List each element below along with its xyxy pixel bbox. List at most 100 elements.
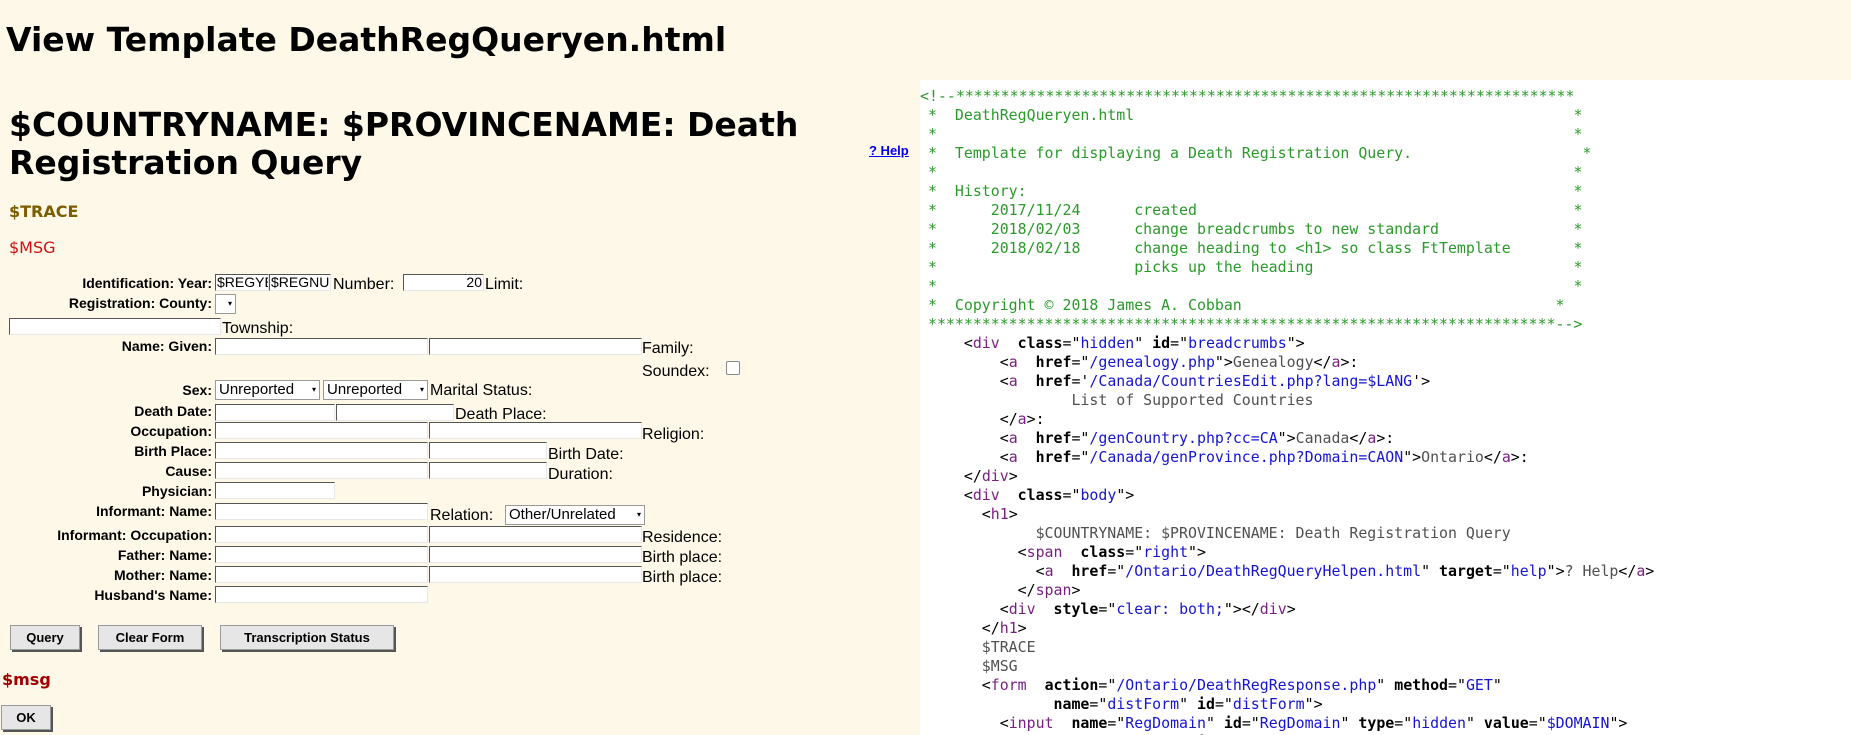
relation-select[interactable]: Other/Unrelated ▾ [505,505,645,525]
code-token: a [1367,429,1377,447]
code-token: > [1645,562,1655,580]
trace-text: $TRACE [9,202,79,221]
clear-form-button[interactable]: Clear Form [98,625,202,650]
code-token: span [1026,543,1063,561]
death-date-input[interactable] [215,404,335,421]
code-token: href [1017,353,1072,371]
sex-select[interactable]: Unreported ▾ [215,380,320,400]
religion-input[interactable] [429,442,547,459]
code-token: >: [1340,353,1359,371]
family-name-input[interactable] [429,338,642,355]
mother-birthplace-input[interactable] [429,566,642,583]
code-token: "> [1116,486,1135,504]
code-token: </ [1349,429,1368,447]
father-birthplace-input[interactable] [429,546,642,563]
occupation-input[interactable] [215,422,428,439]
birth-date-input[interactable] [429,462,547,479]
code-token: * * [928,125,1583,143]
code-line: <input name="RegDomain" id="RegDomain" t… [928,714,1628,733]
code-token: </ [1017,581,1036,599]
soundex-checkbox[interactable] [726,361,740,375]
death-place-input[interactable] [429,422,642,439]
code-token: method [1385,676,1449,694]
code-token: div [981,467,1009,485]
code-line: <form action="/Ontario/DeathRegResponse.… [928,676,1502,695]
code-token: =" [1448,676,1466,694]
code-token: * DeathRegQueryen.html * [928,106,1583,124]
code-token: =" [1062,334,1081,352]
husband-name-input[interactable] [215,586,428,603]
code-token: < [999,372,1009,390]
help-link[interactable]: ? Help [869,143,909,158]
code-token: id [1188,695,1215,713]
code-token: "> [1214,353,1233,371]
code-token: " [1492,676,1502,694]
marital-status-select[interactable]: Unreported ▾ [323,380,428,400]
code-line: <a href="/Ontario/DeathRegQueryHelpen.ht… [928,562,1655,581]
code-line: * picks up the heading * [928,258,1582,277]
query-button[interactable]: Query [10,625,80,650]
code-token: =' [1071,372,1090,390]
code-token: /Canada/CountriesEdit.php?lang=$LANG [1089,372,1413,390]
informant-residence-input[interactable] [429,526,642,543]
code-token: action [1026,676,1099,694]
code-token: </ [981,619,1000,637]
cause-input[interactable] [215,462,428,479]
code-token: </ [1618,562,1637,580]
mother-name-input[interactable] [215,566,428,583]
code-token: ? Help [1564,562,1619,580]
county-select[interactable]: ▾ [215,294,236,314]
transcription-status-button[interactable]: Transcription Status [220,625,394,650]
code-token: =" [1241,714,1260,732]
physician-input[interactable] [215,482,335,499]
code-token: > [1071,581,1081,599]
code-token: * Copyright © 2018 James A. Cobban * [928,296,1565,314]
reg-num-input[interactable]: $REGNUM [269,274,331,291]
reg-year-input[interactable]: $REGYEAR [215,274,269,291]
informant-occupation-input[interactable] [215,526,428,543]
code-token: $DOMAIN [1546,714,1610,732]
residence-label: Residence: [642,529,723,546]
relation-select-value: Other/Unrelated [509,506,616,523]
code-token: $MSG [928,657,1018,675]
code-token: help [1510,562,1547,580]
chevron-down-icon: ▾ [311,385,316,394]
birth-place-input[interactable] [215,442,428,459]
code-token: value [1474,714,1529,732]
code-token: =" [1107,714,1126,732]
code-token: /genealogy.php [1089,353,1215,371]
birth-place-label: Birth Place: [134,443,212,459]
registration-county-label: Registration: County: [68,295,212,311]
code-token: =" [1071,353,1090,371]
code-line: * * [928,163,1582,182]
given-name-input[interactable] [215,338,428,355]
code-token: hidden [1412,714,1466,732]
code-token: /Canada/genProvince.php?Domain=CAON [1089,448,1404,466]
code-token: " [1205,714,1215,732]
limit-input[interactable]: 20 [403,274,484,291]
sex-select-value: Unreported [219,381,295,398]
code-token: =" [1125,543,1144,561]
code-token: < [999,600,1009,618]
code-token: =" [1062,486,1081,504]
township-input[interactable] [9,318,221,335]
father-name-input[interactable] [215,546,428,563]
informant-name-input[interactable] [215,503,428,520]
code-line: * 2018/02/18 change heading to <h1> so c… [928,239,1582,258]
code-token: "> [1188,543,1206,561]
code-line: * * [928,125,1582,144]
cause-label: Cause: [165,463,212,479]
msg-text: $MSG [9,238,56,257]
ok-button[interactable]: OK [1,705,51,730]
code-token: RegDomain [1125,714,1206,732]
chevron-down-icon: ▾ [227,299,232,308]
code-token: GET [1465,676,1493,694]
death-date-range-input[interactable] [336,404,454,421]
relation-label: Relation: [430,507,494,524]
